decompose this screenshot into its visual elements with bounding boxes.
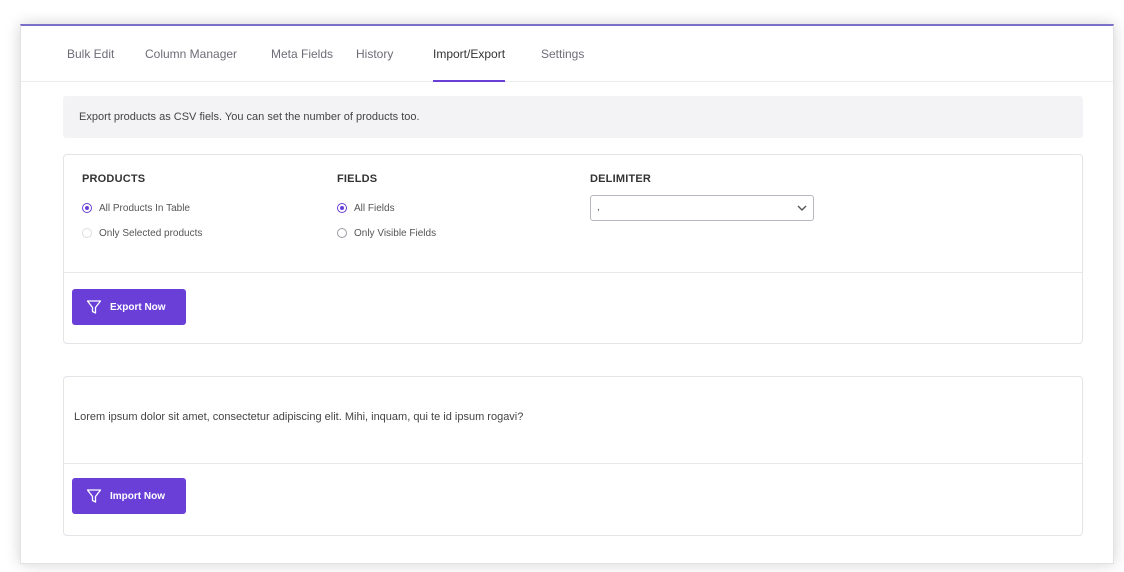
radio-visible-fields[interactable]: Only Visible Fields <box>337 226 436 240</box>
radio-selected-products-label: Only Selected products <box>99 227 203 239</box>
radio-all-products-label: All Products In Table <box>99 202 190 214</box>
tab-settings[interactable]: Settings <box>541 26 584 82</box>
import-now-button[interactable]: Import Now <box>72 478 186 514</box>
tab-bulk-edit[interactable]: Bulk Edit <box>67 26 114 82</box>
app-window: Bulk Edit Column Manager Meta Fields His… <box>20 24 1114 564</box>
filter-icon <box>86 489 102 503</box>
radio-all-fields[interactable]: All Fields <box>337 201 395 215</box>
radio-all-products[interactable]: All Products In Table <box>82 201 190 215</box>
import-panel: Lorem ipsum dolor sit amet, consectetur … <box>63 376 1083 536</box>
delimiter-group: DELIMITER , <box>590 173 814 221</box>
export-notice: Export products as CSV fiels. You can se… <box>63 96 1083 138</box>
tab-bar: Bulk Edit Column Manager Meta Fields His… <box>21 26 1113 82</box>
tab-import-export[interactable]: Import/Export <box>433 26 506 82</box>
delimiter-title: DELIMITER <box>590 173 652 185</box>
export-now-label: Export Now <box>110 301 166 313</box>
radio-checked-icon[interactable] <box>337 203 347 213</box>
import-now-label: Import Now <box>110 490 165 502</box>
delimiter-value: , <box>597 202 600 213</box>
radio-unchecked-icon[interactable] <box>82 228 92 238</box>
delimiter-select[interactable]: , <box>590 195 814 221</box>
radio-unchecked-icon[interactable] <box>337 228 347 238</box>
radio-checked-icon[interactable] <box>82 203 92 213</box>
filter-icon <box>86 300 102 314</box>
import-divider <box>64 463 1082 464</box>
fields-group: FIELDS All Fields Only Visible Fields <box>337 173 436 239</box>
fields-title: FIELDS <box>337 173 378 185</box>
tab-meta-fields[interactable]: Meta Fields <box>271 26 333 82</box>
export-now-button[interactable]: Export Now <box>72 289 186 325</box>
products-group: PRODUCTS All Products In Table Only Sele… <box>82 173 202 239</box>
export-panel: PRODUCTS All Products In Table Only Sele… <box>63 154 1083 344</box>
export-divider <box>64 272 1082 273</box>
radio-selected-products[interactable]: Only Selected products <box>82 226 202 240</box>
products-title: PRODUCTS <box>82 173 146 185</box>
radio-all-fields-label: All Fields <box>354 202 395 214</box>
radio-visible-fields-label: Only Visible Fields <box>354 227 437 239</box>
chevron-down-icon <box>797 205 807 211</box>
import-description: Lorem ipsum dolor sit amet, consectetur … <box>74 411 524 423</box>
tab-history[interactable]: History <box>356 26 393 82</box>
tab-column-manager[interactable]: Column Manager <box>145 26 237 82</box>
